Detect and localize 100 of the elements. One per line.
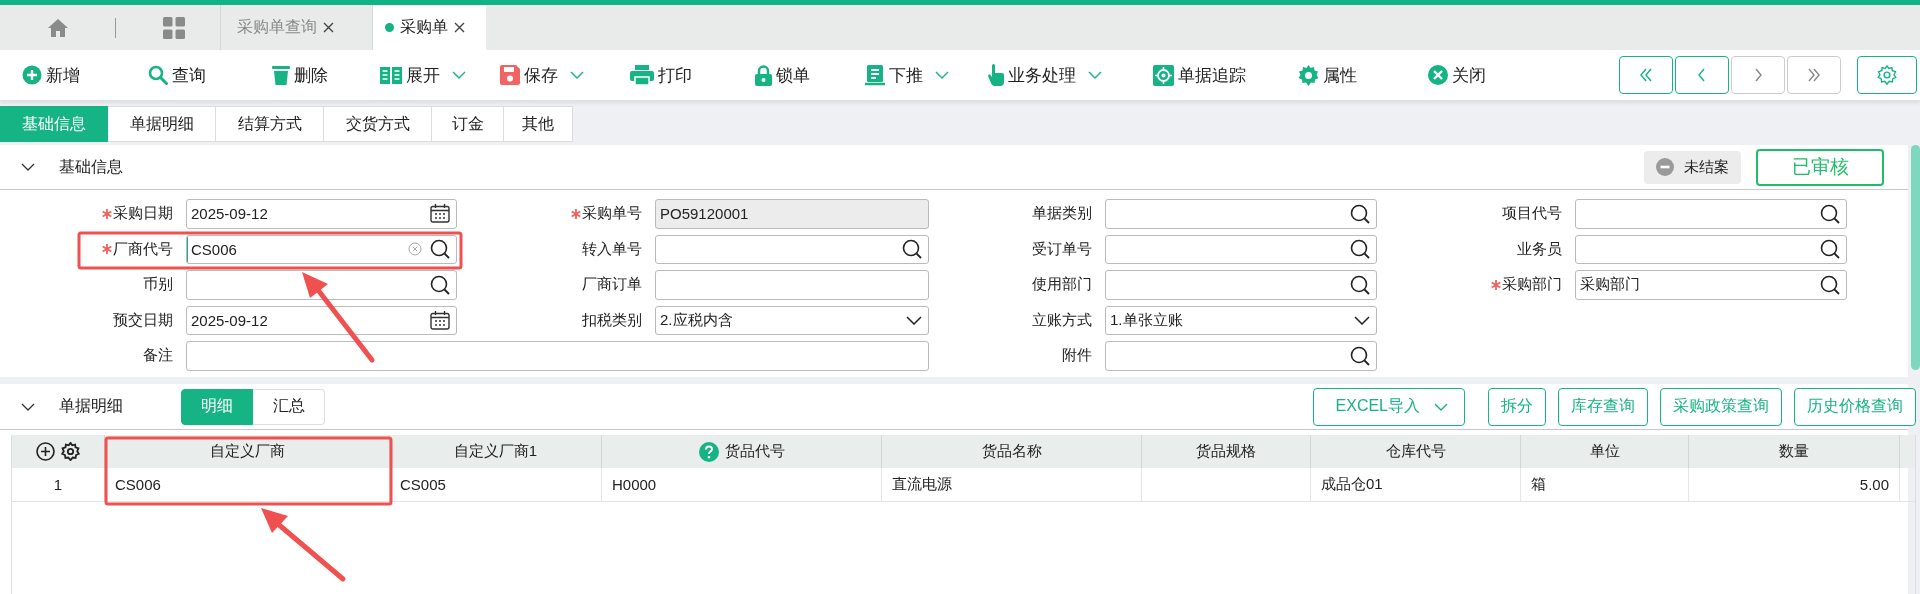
section-title: 单据明细 — [59, 396, 123, 416]
home-icon[interactable] — [47, 17, 69, 38]
section-tab[interactable]: 订金 — [432, 106, 504, 142]
toolbar-button[interactable]: 单据追踪 — [1153, 58, 1298, 92]
grid-icon[interactable] — [163, 16, 185, 39]
scrollbar[interactable] — [1911, 145, 1920, 370]
toolbar-button[interactable]: 删除 — [272, 58, 380, 92]
double-chevron-icon — [1638, 68, 1654, 82]
field-label: 项目代号 — [1502, 204, 1562, 224]
search-icon[interactable] — [1820, 203, 1840, 224]
column-header: 数量 — [1689, 435, 1900, 468]
save-icon — [500, 65, 520, 85]
chevron-icon[interactable] — [21, 402, 35, 411]
table-cell: 直流电源 — [892, 475, 952, 494]
printer-icon — [630, 65, 654, 85]
field-label: 扣税类别 — [582, 310, 642, 330]
field-label: 使用部门 — [1032, 275, 1092, 295]
field-label: 备注 — [143, 346, 173, 366]
search-icon[interactable] — [1820, 274, 1840, 295]
calendar-icon[interactable] — [430, 310, 450, 330]
section-tab[interactable]: 其他 — [504, 106, 573, 142]
status-badge: 未结案 — [1644, 150, 1741, 184]
close-icon — [1428, 65, 1448, 85]
search-icon[interactable] — [1350, 274, 1370, 295]
book-icon — [380, 66, 402, 84]
field-label: 币别 — [143, 275, 173, 295]
section-tab[interactable]: 结算方式 — [216, 106, 324, 142]
input-field[interactable] — [1105, 234, 1377, 264]
column-header: 单位 — [1521, 435, 1689, 468]
column-header: 自定义厂商1 — [390, 435, 602, 468]
search-icon[interactable] — [902, 239, 922, 260]
table-cell: H0000 — [612, 476, 657, 493]
search-icon[interactable] — [1820, 239, 1840, 260]
search-icon[interactable] — [430, 239, 450, 260]
dropdown-icon[interactable] — [906, 315, 922, 325]
settings-icon — [1877, 65, 1897, 85]
input-field[interactable] — [186, 341, 929, 371]
input-field[interactable] — [655, 234, 929, 264]
field-label: 转入单号 — [582, 239, 642, 259]
previous-record-button[interactable] — [1675, 56, 1729, 94]
table-cell: 5.00 — [1859, 476, 1889, 493]
search-icon[interactable] — [1350, 239, 1370, 260]
trash-icon — [272, 65, 290, 85]
section-tab[interactable]: 交货方式 — [324, 106, 432, 142]
input-field[interactable] — [1575, 234, 1847, 264]
table-cell: 箱 — [1531, 475, 1546, 494]
section-tab[interactable]: 单据明细 — [108, 106, 216, 142]
view-toggle[interactable]: 汇总 — [253, 388, 325, 425]
input-field[interactable]: 1.单张立账 — [1105, 305, 1377, 335]
target-icon — [1153, 64, 1174, 86]
pointer-hand-icon — [988, 64, 1004, 86]
field-label: 采购部门 — [1502, 275, 1562, 295]
toolbar-button[interactable]: 保存 — [500, 58, 630, 92]
input-field[interactable]: 采购部门 — [1575, 270, 1847, 300]
search-icon[interactable] — [430, 274, 450, 295]
add-icon[interactable] — [36, 442, 55, 461]
dropdown-icon[interactable] — [1354, 315, 1370, 325]
input-field[interactable] — [655, 270, 929, 300]
field-label: 厂商订单 — [582, 275, 642, 295]
toolbar-button[interactable]: 锁单 — [755, 58, 865, 92]
toolbar-button[interactable]: 关闭 — [1428, 58, 1486, 92]
field-label: 附件 — [1062, 346, 1092, 366]
input-field[interactable] — [1105, 341, 1377, 371]
input-field[interactable]: 2025-09-12 — [186, 305, 457, 335]
search-icon[interactable] — [1350, 345, 1370, 366]
search-icon[interactable] — [1350, 203, 1370, 224]
column-header: 仓库代号 — [1311, 435, 1521, 468]
toolbar-button[interactable]: 查询 — [148, 58, 272, 92]
toolbar-button[interactable]: 新增 — [22, 58, 148, 92]
input-field[interactable] — [186, 270, 457, 300]
input-field[interactable] — [1105, 270, 1377, 300]
close-icon[interactable] — [454, 22, 465, 33]
input-field[interactable]: PO59120001 — [655, 199, 929, 229]
audit-status-stamp: 已审核 — [1756, 148, 1884, 186]
input-field[interactable]: CS006 — [186, 234, 457, 264]
settings-button[interactable] — [1857, 56, 1917, 94]
settings-icon[interactable] — [61, 442, 80, 461]
input-field[interactable] — [1105, 199, 1377, 229]
document-tab[interactable]: 采购单 — [372, 5, 486, 50]
dot-icon — [385, 23, 394, 32]
column-header: 货品代号 — [602, 435, 882, 468]
input-field[interactable] — [1575, 199, 1847, 229]
close-icon[interactable] — [323, 22, 334, 33]
input-field[interactable]: 2025-09-12 — [186, 199, 457, 229]
toolbar-button[interactable]: 打印 — [630, 58, 755, 92]
first-record-button[interactable] — [1619, 56, 1673, 94]
column-header: 自定义厂商 — [105, 435, 390, 468]
input-field[interactable]: 2.应税内含 — [655, 305, 929, 335]
toolbar-button[interactable]: 属性 — [1298, 58, 1428, 92]
field-label: 厂商代号 — [113, 239, 173, 259]
plus-icon — [22, 65, 42, 85]
field-label: 采购单号 — [582, 204, 642, 224]
chevron-icon[interactable] — [21, 163, 35, 171]
field-label: 立账方式 — [1032, 310, 1092, 330]
double-chevron-icon — [1806, 68, 1822, 82]
toolbar-button[interactable]: 下推 — [865, 58, 988, 92]
toolbar-button[interactable]: 业务处理 — [988, 58, 1153, 92]
toolbar-button[interactable]: 展开 — [380, 58, 500, 92]
calendar-icon[interactable] — [430, 204, 450, 224]
field-label: 业务员 — [1517, 239, 1562, 259]
